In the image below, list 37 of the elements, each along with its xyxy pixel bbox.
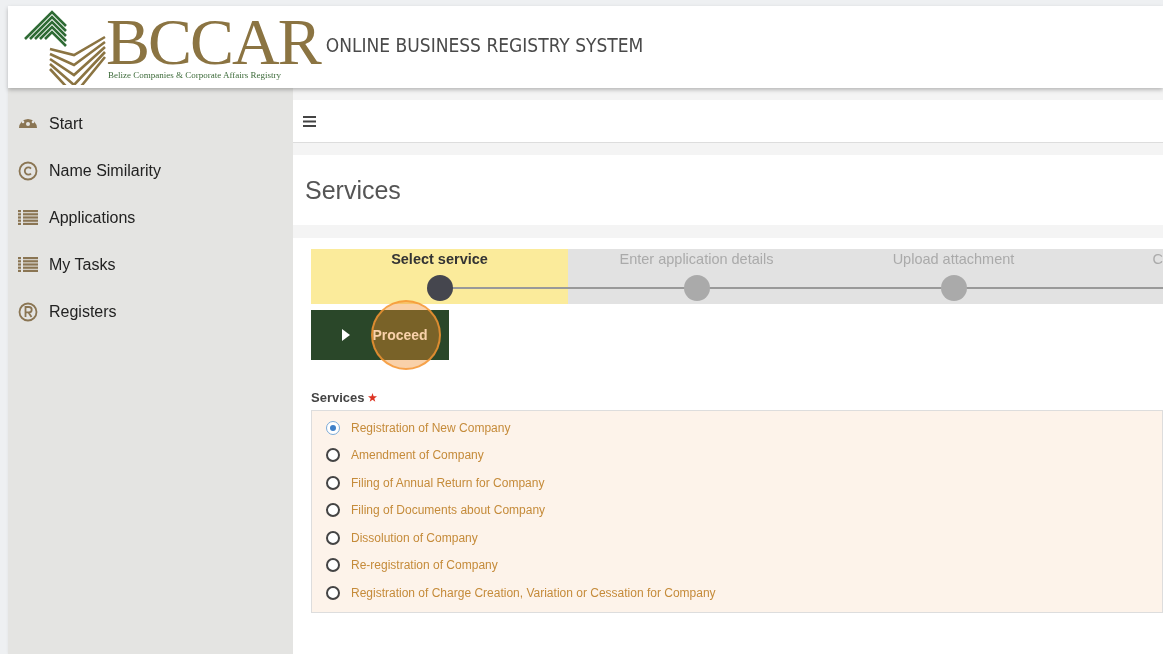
radio-option[interactable]: Dissolution of Company — [326, 524, 1162, 552]
sidebar-item[interactable]: Applications — [49, 208, 136, 227]
sidebar-item[interactable]: Start — [49, 114, 83, 133]
stepper-step[interactable]: Select service — [311, 249, 568, 304]
radio-button[interactable] — [326, 585, 340, 600]
logo-chevron-icon — [22, 9, 108, 85]
radio-option[interactable]: Re-registration of Company — [326, 551, 1162, 579]
radio-option[interactable]: Registration of Charge Creation, Variation or Cessation for Company — [326, 579, 1162, 607]
radio-option[interactable]: Filing of Documents about Company — [326, 496, 1162, 524]
registered-icon — [18, 301, 38, 322]
page-title: Services — [305, 175, 401, 205]
sidebar-item[interactable]: My Tasks — [49, 255, 116, 274]
stepper-step[interactable]: Upload attachment — [825, 249, 1082, 304]
play-icon — [342, 329, 351, 341]
list-icon — [18, 256, 38, 273]
radio-button[interactable] — [326, 503, 340, 518]
logo-subtitle: Belize Companies & Corporate Affairs Registry — [108, 70, 283, 80]
stepper-step[interactable]: C — [1082, 249, 1163, 304]
field-label: Services — [311, 389, 365, 405]
proceed-button[interactable]: Proceed — [311, 310, 449, 360]
radio-button[interactable] — [326, 420, 340, 435]
radio-button[interactable] — [326, 530, 340, 545]
menu-icon[interactable] — [303, 115, 316, 127]
sidebar-item[interactable]: Name Similarity — [49, 161, 161, 180]
radio-button[interactable] — [326, 448, 340, 463]
copyright-icon — [18, 160, 38, 181]
radio-option[interactable]: Filing of Annual Return for Company — [326, 469, 1162, 497]
stepper-step[interactable]: Enter application details — [568, 249, 825, 304]
radio-option[interactable]: Amendment of Company — [326, 441, 1162, 469]
dashboard-icon — [18, 118, 38, 129]
radio-button[interactable] — [326, 558, 340, 573]
radio-button[interactable] — [326, 475, 340, 490]
logo-wordmark: BCCAR — [106, 14, 320, 70]
radio-option[interactable]: Registration of New Company — [326, 414, 1162, 442]
app-title: ONLINE BUSINESS REGISTRY SYSTEM — [325, 34, 644, 56]
list-icon — [18, 209, 38, 226]
sidebar-item[interactable]: Registers — [49, 302, 117, 321]
